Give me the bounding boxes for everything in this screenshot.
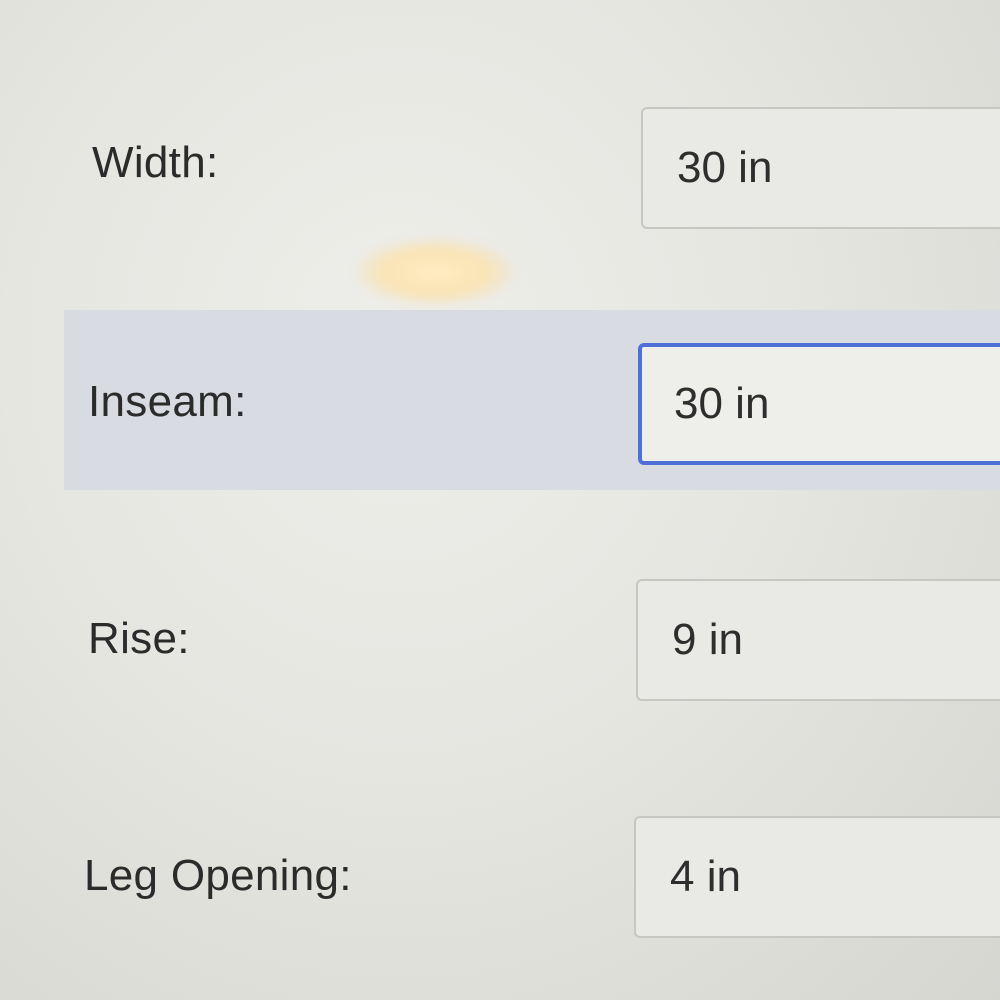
inseam-field[interactable]: 30 in xyxy=(638,343,1000,465)
inseam-label: Inseam: xyxy=(88,377,247,426)
rise-field[interactable]: 9 in xyxy=(636,579,1000,701)
measurements-form: Width: 30 in Inseam: 30 in Rise: 9 in Le… xyxy=(0,0,1000,1000)
width-label: Width: xyxy=(92,138,219,187)
leg-opening-label: Leg Opening: xyxy=(84,851,352,900)
width-field[interactable]: 30 in xyxy=(641,107,1000,229)
leg-opening-field[interactable]: 4 in xyxy=(634,816,1000,938)
rise-label: Rise: xyxy=(88,614,190,663)
screen-glare xyxy=(355,238,515,306)
